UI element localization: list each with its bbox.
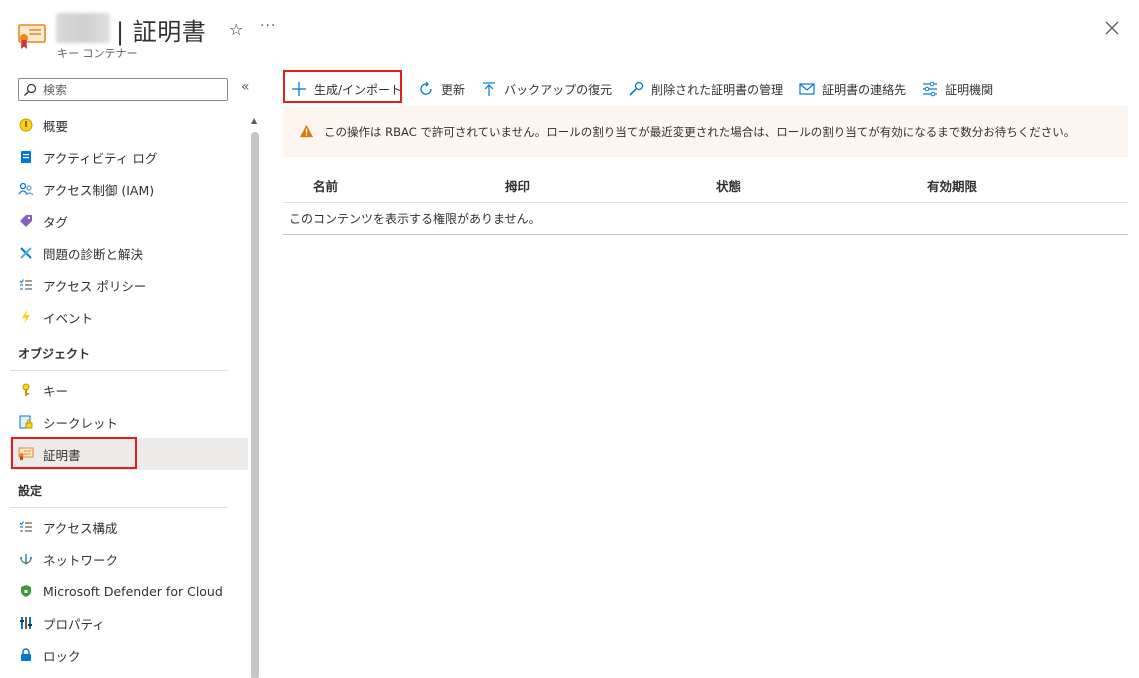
refresh-label: 更新 (441, 82, 466, 97)
collapse-sidebar-button[interactable]: « (241, 79, 250, 95)
tag-icon (18, 213, 34, 229)
search-input[interactable]: 検索 (18, 78, 228, 101)
issuers-button[interactable]: 証明機関 (914, 73, 1001, 105)
sidebar-nav: 概要 アクティビティ ログ アクセス制御 (IAM) タグ 問題の診断と解決 ア… (10, 109, 248, 671)
key-icon (18, 382, 34, 398)
warning-banner: この操作は RBAC で許可されていません。ロールの割り当てが最近変更された場合… (283, 106, 1128, 157)
toolbar: 生成/インポート 更新 バックアップの復元 削除された証明書の管理 証明書の連絡… (283, 72, 1001, 106)
column-header-expiration[interactable]: 有効期限 (927, 176, 977, 195)
page-header: | 証明書 キー コンテナー ☆ ··· (0, 0, 1139, 66)
sidebar-item-certificates[interactable]: 証明書 (10, 438, 248, 470)
secret-icon (18, 414, 34, 430)
access-policy-icon (18, 277, 34, 293)
overview-icon (18, 117, 34, 133)
main-content: 生成/インポート 更新 バックアップの復元 削除された証明書の管理 証明書の連絡… (283, 66, 1139, 678)
plus-icon (292, 82, 306, 96)
generate-import-label: 生成/インポート (314, 82, 403, 97)
backup-restore-label: バックアップの復元 (504, 82, 613, 97)
upload-icon (483, 82, 496, 96)
defender-icon (18, 583, 34, 599)
sidebar-item-access-config[interactable]: アクセス構成 (10, 511, 248, 543)
sidebar-item-label: 証明書 (43, 447, 81, 463)
certificate-resource-icon (18, 24, 46, 49)
table-header: 名前 拇印 状態 有効期限 (283, 169, 1128, 203)
more-options-button[interactable]: ··· (260, 18, 276, 34)
sidebar-item-label: シークレット (43, 415, 119, 431)
sidebar-item-label: プロパティ (43, 616, 105, 632)
star-icon[interactable]: ☆ (229, 20, 243, 39)
sidebar-item-label: タグ (43, 214, 69, 230)
sidebar-item-activity-log[interactable]: アクティビティ ログ (10, 141, 248, 173)
sidebar-item-diagnose[interactable]: 問題の診断と解決 (10, 237, 248, 269)
scroll-up-icon[interactable]: ▲ (251, 116, 257, 125)
manage-deleted-button[interactable]: 削除された証明書の管理 (620, 73, 791, 105)
contacts-label: 証明書の連絡先 (822, 82, 907, 97)
settings-sliders-icon (923, 81, 938, 97)
column-header-thumbprint[interactable]: 拇印 (505, 176, 530, 195)
page-title: | 証明書 (116, 18, 207, 46)
certificates-table: 名前 拇印 状態 有効期限 このコンテンツを表示する権限がありません。 (283, 169, 1128, 235)
section-settings: 設定 (10, 470, 228, 508)
sidebar-item-network[interactable]: ネットワーク (10, 543, 248, 575)
sidebar-item-access-policy[interactable]: アクセス ポリシー (10, 269, 248, 301)
sidebar-item-label: アクセス構成 (43, 520, 118, 536)
sidebar-item-label: アクセス ポリシー (43, 278, 147, 294)
event-icon (18, 309, 34, 325)
close-icon[interactable] (1103, 19, 1121, 37)
sidebar-item-keys[interactable]: キー (10, 374, 248, 406)
search-placeholder: 検索 (43, 83, 68, 97)
warning-icon (299, 124, 314, 138)
page-subtitle: キー コンテナー (57, 47, 138, 60)
sidebar-item-defender[interactable]: Microsoft Defender for Cloud (10, 575, 248, 607)
access-config-icon (18, 519, 34, 535)
sidebar-item-secrets[interactable]: シークレット (10, 406, 248, 438)
properties-icon (18, 615, 34, 631)
sidebar-item-locks[interactable]: ロック (10, 639, 248, 671)
empty-message: このコンテンツを表示する権限がありません。 (283, 203, 1128, 235)
warning-text: この操作は RBAC で許可されていません。ロールの割り当てが最近変更された場合… (324, 124, 1076, 139)
manage-deleted-label: 削除された証明書の管理 (651, 82, 784, 97)
sidebar-item-label: イベント (43, 310, 94, 326)
sidebar-item-tags[interactable]: タグ (10, 205, 248, 237)
network-icon (18, 551, 34, 567)
sidebar-item-label: キー (43, 383, 69, 399)
sidebar-item-events[interactable]: イベント (10, 301, 248, 333)
resource-name-redacted (56, 13, 110, 43)
refresh-button[interactable]: 更新 (410, 73, 473, 105)
refresh-icon (420, 81, 432, 95)
column-header-status[interactable]: 状態 (716, 176, 741, 195)
sidebar-item-label: 問題の診断と解決 (43, 246, 144, 262)
sidebar-item-properties[interactable]: プロパティ (10, 607, 248, 639)
sidebar-item-label: アクセス制御 (IAM) (43, 182, 155, 198)
issuers-label: 証明機関 (945, 82, 994, 97)
backup-restore-button[interactable]: バックアップの復元 (473, 73, 620, 105)
sidebar-item-overview[interactable]: 概要 (10, 109, 248, 141)
wrench-icon (629, 81, 644, 96)
sidebar-item-iam[interactable]: アクセス制御 (IAM) (10, 173, 248, 205)
iam-icon (18, 181, 34, 197)
sidebar-item-label: アクティビティ ログ (43, 150, 158, 166)
sidebar-scrollbar[interactable] (251, 132, 259, 678)
mail-icon (799, 83, 815, 95)
sidebar-item-label: Microsoft Defender for Cloud (43, 583, 223, 599)
section-objects: オブジェクト (10, 333, 228, 371)
activity-log-icon (18, 149, 34, 165)
certificate-icon (18, 446, 34, 462)
contacts-button[interactable]: 証明書の連絡先 (791, 73, 914, 105)
sidebar: 検索 « 概要 アクティビティ ログ アクセス制御 (IAM) タグ 問題の診断… (0, 66, 262, 678)
diagnose-icon (18, 245, 34, 261)
lock-icon (18, 647, 34, 663)
sidebar-item-label: ロック (43, 648, 81, 664)
column-header-name[interactable]: 名前 (313, 176, 338, 195)
generate-import-button[interactable]: 生成/インポート (283, 73, 410, 105)
search-icon (24, 83, 37, 96)
sidebar-item-label: 概要 (43, 118, 69, 134)
sidebar-item-label: ネットワーク (43, 552, 119, 568)
